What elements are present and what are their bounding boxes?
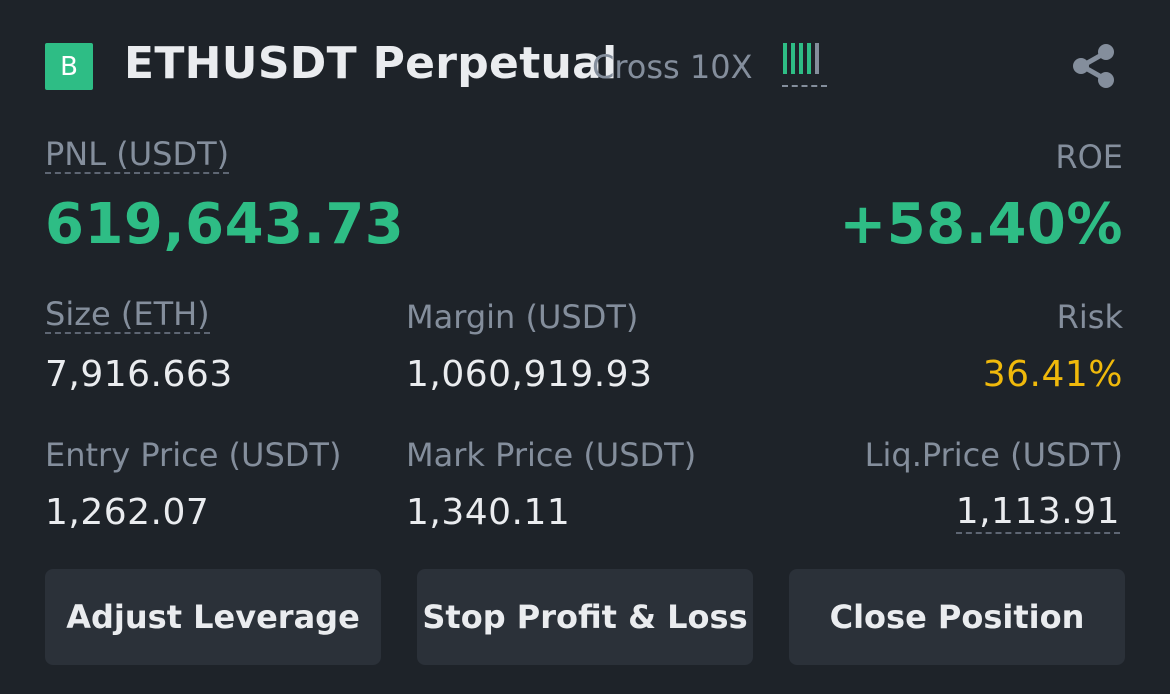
risk-bar bbox=[807, 43, 811, 74]
symbol-title[interactable]: ETHUSDT Perpetual bbox=[124, 38, 618, 89]
margin-mode-label[interactable]: Cross 10X bbox=[592, 48, 753, 86]
share-button[interactable] bbox=[1070, 42, 1118, 90]
liq-price-label: Liq.Price (USDT) bbox=[864, 436, 1123, 474]
liq-price-value[interactable]: 1,113.91 bbox=[955, 492, 1120, 534]
risk-bar bbox=[815, 43, 819, 74]
stop-profit-loss-button[interactable]: Stop Profit & Loss bbox=[417, 569, 753, 665]
adjust-leverage-button[interactable]: Adjust Leverage bbox=[45, 569, 381, 665]
roe-label: ROE bbox=[1055, 138, 1123, 176]
risk-bar bbox=[799, 43, 803, 74]
size-value: 7,916.663 bbox=[45, 354, 233, 395]
side-badge: B bbox=[45, 43, 93, 90]
pnl-value: 619,643.73 bbox=[45, 192, 405, 257]
entry-price-value: 1,262.07 bbox=[45, 492, 210, 533]
roe-value: +58.40% bbox=[839, 192, 1123, 257]
mark-price-value: 1,340.11 bbox=[406, 492, 571, 533]
position-card: B ETHUSDT Perpetual Cross 10X PNL (USDT)… bbox=[0, 0, 1170, 694]
risk-value: 36.41% bbox=[982, 354, 1123, 395]
risk-bar bbox=[783, 43, 787, 74]
margin-value: 1,060,919.93 bbox=[406, 354, 653, 395]
risk-label: Risk bbox=[1056, 298, 1123, 336]
mark-price-label: Mark Price (USDT) bbox=[406, 436, 697, 474]
entry-price-label: Entry Price (USDT) bbox=[45, 436, 342, 474]
risk-level-indicator[interactable] bbox=[782, 43, 827, 87]
margin-label: Margin (USDT) bbox=[406, 298, 639, 336]
risk-bar bbox=[791, 43, 795, 74]
share-icon bbox=[1073, 44, 1114, 88]
pnl-label[interactable]: PNL (USDT) bbox=[45, 137, 230, 174]
close-position-button[interactable]: Close Position bbox=[789, 569, 1125, 665]
size-label[interactable]: Size (ETH) bbox=[45, 297, 210, 334]
